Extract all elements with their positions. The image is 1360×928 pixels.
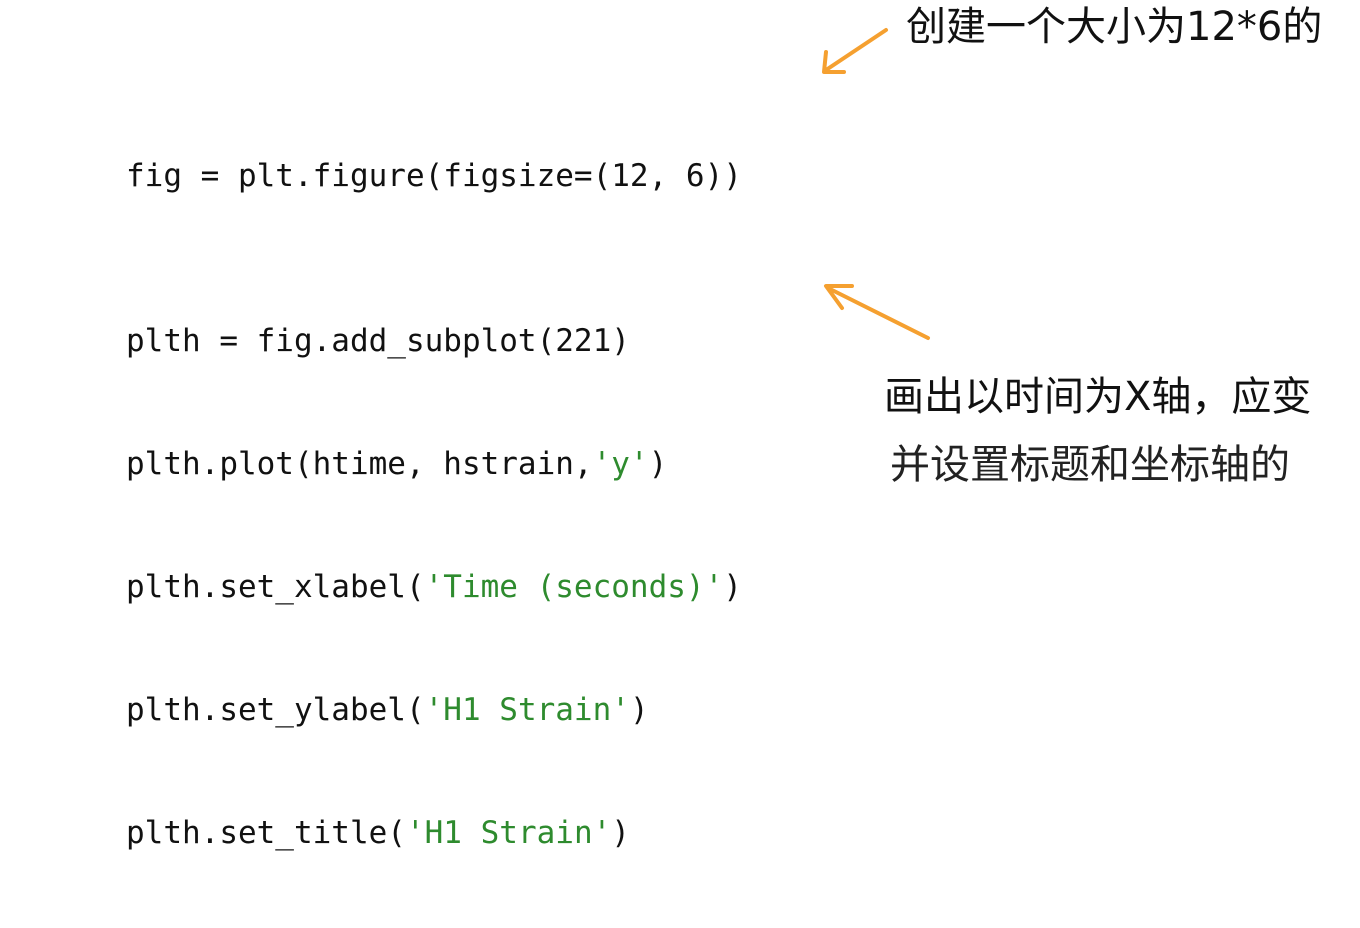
code-set-ylabel-text: plth.set_ylabel( bbox=[126, 692, 425, 728]
code-set-xlabel-close: ) bbox=[723, 569, 742, 605]
arrow-left-up-icon bbox=[824, 284, 930, 340]
code-set-ylabel-string: 'H1 Strain' bbox=[424, 692, 630, 728]
annotation-top: 创建一个大小为12*6的 bbox=[906, 4, 1323, 50]
code-block: fig = plt.figure(figsize=(12, 6)) plth =… bbox=[126, 74, 742, 928]
code-set-xlabel-text: plth.set_xlabel( bbox=[126, 569, 425, 605]
annotation-bottom-line1: 画出以时间为X轴，应变 bbox=[884, 374, 1312, 420]
code-set-ylabel-close: ) bbox=[629, 692, 649, 728]
arrow-left-down-icon bbox=[822, 28, 888, 74]
code-plot-string: 'y' bbox=[592, 446, 649, 482]
code-set-title-close: ) bbox=[611, 815, 630, 851]
code-set-xlabel-string: 'Time (seconds)' bbox=[424, 569, 724, 605]
code-figure-text: fig = plt.figure(figsize=(12, 6)) bbox=[126, 158, 742, 194]
code-set-title-text: plth.set_title( bbox=[126, 815, 406, 851]
annotation-bottom-line2: 并设置标题和坐标轴的 bbox=[890, 442, 1290, 488]
code-plot-close: ) bbox=[648, 446, 668, 482]
code-line-set-title: plth.set_title('H1 Strain') bbox=[126, 813, 742, 854]
code-line-set-xlabel: plth.set_xlabel('Time (seconds)') bbox=[126, 567, 742, 608]
code-line-set-ylabel: plth.set_ylabel('H1 Strain') bbox=[126, 690, 742, 731]
code-add-subplot-text: plth = fig.add_subplot(221) bbox=[126, 323, 630, 359]
slide: fig = plt.figure(figsize=(12, 6)) plth =… bbox=[0, 0, 1360, 851]
code-set-title-string: 'H1 Strain' bbox=[405, 815, 612, 851]
code-line-plot: plth.plot(htime, hstrain,'y') bbox=[126, 444, 742, 485]
code-plot-text: plth.plot(htime, hstrain, bbox=[126, 446, 593, 482]
code-line-add-subplot: plth = fig.add_subplot(221) bbox=[126, 321, 742, 362]
code-line-figure: fig = plt.figure(figsize=(12, 6)) bbox=[126, 156, 742, 197]
